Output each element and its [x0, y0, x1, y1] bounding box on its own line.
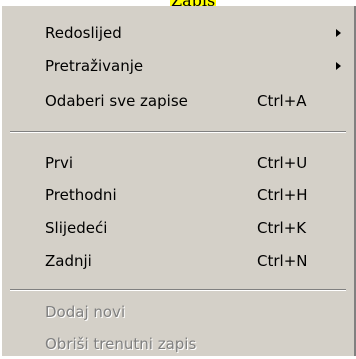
menu-item-shortcut: Ctrl+H	[257, 186, 308, 204]
context-menu: Redoslijed Pretraživanje Odaberi sve zap…	[0, 6, 356, 356]
menu-item-pretrazivanje[interactable]: Pretraživanje	[2, 51, 354, 81]
menu-item-dodaj-novi: Dodaj novi	[2, 297, 354, 327]
menu-item-label: Odaberi sve zapise	[45, 92, 188, 110]
menu-item-shortcut: Ctrl+A	[257, 92, 307, 110]
menu-item-obrisi-zapis: Obriši trenutni zapis	[2, 329, 354, 359]
menu-item-label: Obriši trenutni zapis	[45, 335, 197, 353]
menu-item-prvi[interactable]: Prvi Ctrl+U	[2, 148, 354, 178]
menu-item-label: Pretraživanje	[45, 57, 144, 75]
menu-item-odaberi-sve[interactable]: Odaberi sve zapise Ctrl+A	[2, 86, 354, 116]
menu-item-label: Dodaj novi	[45, 303, 126, 321]
menu-item-label: Prvi	[45, 154, 73, 172]
menu-separator	[10, 289, 346, 291]
menu-item-shortcut: Ctrl+U	[257, 154, 308, 172]
menu-item-redoslijed[interactable]: Redoslijed	[2, 18, 354, 48]
submenu-arrow-icon	[336, 29, 341, 37]
menu-item-label: Slijedeći	[45, 219, 108, 237]
menu-item-label: Prethodni	[45, 186, 117, 204]
menu-item-shortcut: Ctrl+K	[257, 219, 307, 237]
menu-item-label: Redoslijed	[45, 24, 122, 42]
submenu-arrow-icon	[336, 62, 341, 70]
menu-item-shortcut: Ctrl+N	[257, 252, 308, 270]
menu-border-left	[0, 6, 2, 356]
menu-item-prethodni[interactable]: Prethodni Ctrl+H	[2, 180, 354, 210]
menu-item-label: Zadnji	[45, 252, 92, 270]
menu-item-zadnji[interactable]: Zadnji Ctrl+N	[2, 246, 354, 276]
menu-separator	[10, 131, 346, 133]
menu-item-slijedeci[interactable]: Slijedeći Ctrl+K	[2, 213, 354, 243]
